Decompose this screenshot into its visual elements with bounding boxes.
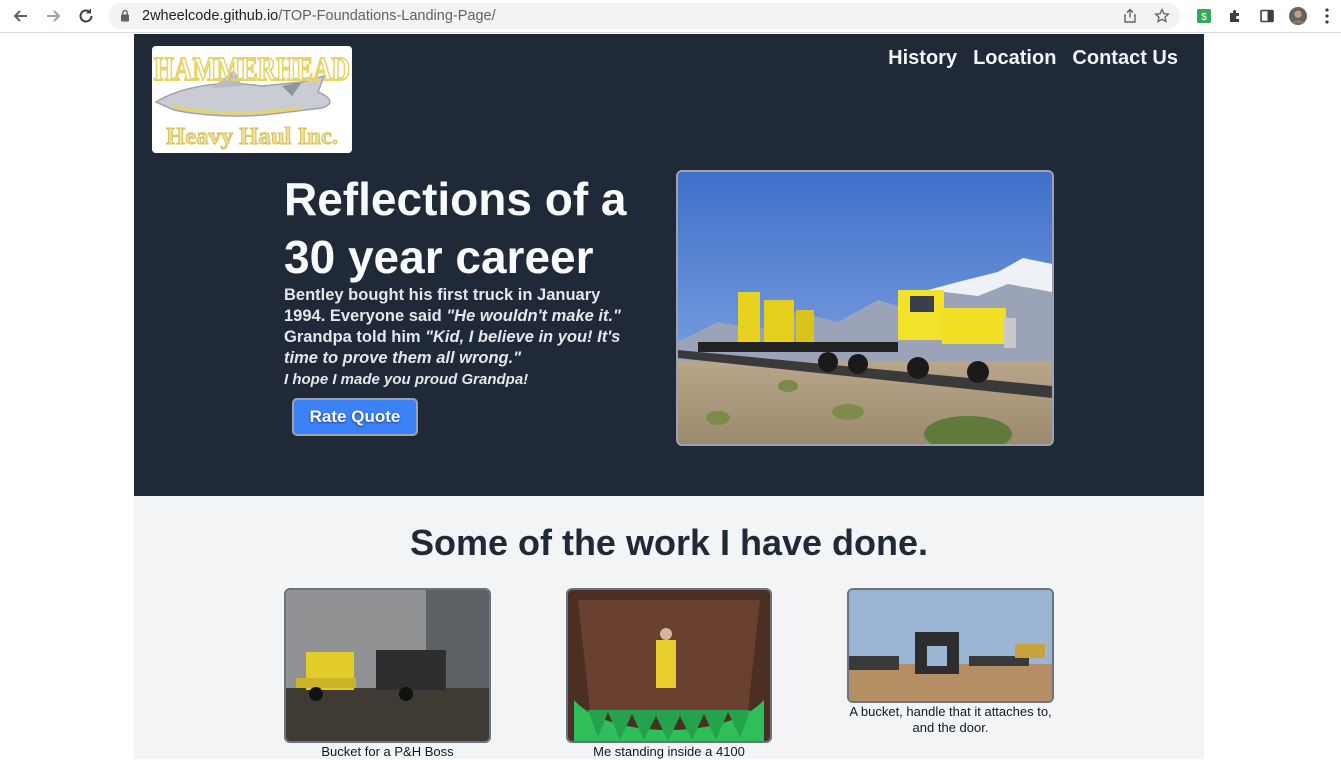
hero-quote-1: "He wouldn't make it." bbox=[446, 307, 621, 325]
nav-history-link[interactable]: History bbox=[888, 47, 957, 70]
hero-intro-2: Grandpa told him bbox=[284, 328, 426, 346]
url-path: /TOP-Foundations-Landing-Page/ bbox=[278, 8, 496, 24]
menu-kebab-icon[interactable] bbox=[1318, 7, 1336, 25]
work-photo-bucket-handle bbox=[847, 588, 1054, 703]
logo-subtitle: Heavy Haul Inc. bbox=[166, 124, 338, 150]
company-logo[interactable]: HAMMERHEAD Heavy Haul Inc. bbox=[152, 46, 352, 153]
share-icon[interactable] bbox=[1122, 8, 1138, 24]
work-caption: Bucket for a P&H Boss bbox=[321, 744, 454, 759]
hero-section: HAMMERHEAD Heavy Haul Inc. History Locat… bbox=[134, 34, 1204, 496]
logo-wordmark: HAMMERHEAD bbox=[154, 51, 350, 88]
side-panel-icon[interactable] bbox=[1258, 7, 1276, 25]
work-photo-bucket-truck bbox=[284, 588, 491, 743]
rate-quote-button[interactable]: Rate Quote bbox=[292, 398, 418, 436]
work-caption: Me standing inside a 4100 bbox=[593, 744, 745, 759]
extensions-puzzle-icon[interactable] bbox=[1226, 7, 1244, 25]
nav-contact-link[interactable]: Contact Us bbox=[1072, 47, 1178, 70]
hero-description: Bentley bought his first truck in Januar… bbox=[284, 285, 644, 390]
work-section: Some of the work I have done. Bucket for… bbox=[134, 496, 1204, 759]
profile-avatar[interactable] bbox=[1289, 7, 1307, 25]
url-text: 2wheelcode.github.io/TOP-Foundations-Lan… bbox=[142, 8, 496, 24]
work-caption: A bucket, handle that it attaches to, an… bbox=[849, 704, 1052, 735]
work-photo-inside-bucket bbox=[566, 588, 772, 743]
work-card: Bucket for a P&H Boss bbox=[284, 588, 491, 760]
nav-location-link[interactable]: Location bbox=[973, 47, 1056, 70]
lock-icon bbox=[121, 9, 129, 22]
work-card: Me standing inside a 4100 bbox=[566, 588, 772, 760]
browser-toolbar: 2wheelcode.github.io/TOP-Foundations-Lan… bbox=[0, 0, 1341, 33]
work-card: A bucket, handle that it attaches to, an… bbox=[847, 588, 1054, 736]
forward-icon[interactable] bbox=[40, 4, 66, 28]
hero-title: Reflections of a 30 year career bbox=[284, 173, 627, 283]
extension-dollar-icon[interactable]: $ bbox=[1195, 7, 1213, 25]
address-bar[interactable]: 2wheelcode.github.io/TOP-Foundations-Lan… bbox=[108, 3, 1180, 29]
hero-truck-photo bbox=[676, 170, 1054, 446]
back-icon[interactable] bbox=[8, 4, 34, 28]
url-host: 2wheelcode.github.io bbox=[142, 8, 279, 24]
page-content: HAMMERHEAD Heavy Haul Inc. History Locat… bbox=[134, 34, 1204, 759]
svg-text:$: $ bbox=[1201, 12, 1207, 23]
main-nav: History Location Contact Us bbox=[888, 47, 1178, 70]
bookmark-star-icon[interactable] bbox=[1154, 8, 1170, 24]
hero-signoff: I hope I made you proud Grandpa! bbox=[284, 371, 529, 388]
reload-icon[interactable] bbox=[73, 4, 99, 28]
work-section-title: Some of the work I have done. bbox=[409, 522, 929, 563]
